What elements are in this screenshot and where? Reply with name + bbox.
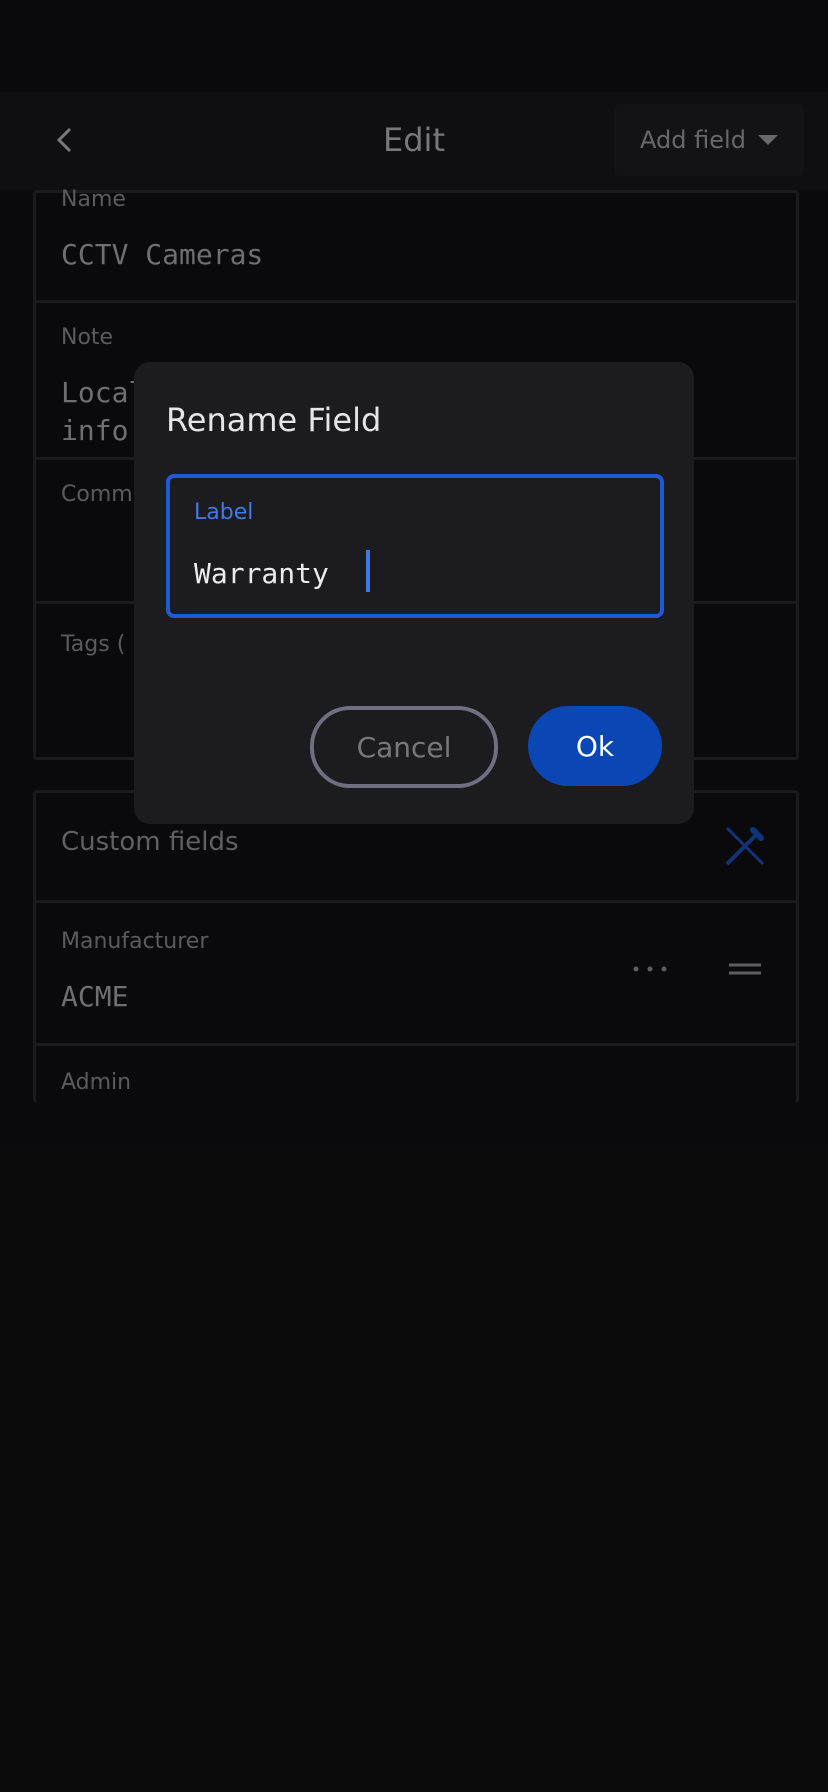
dialog-title: Rename Field	[166, 401, 382, 439]
text-caret	[366, 550, 370, 592]
label-input[interactable]	[194, 552, 634, 594]
rename-field-dialog: Rename Field Label Cancel Ok	[134, 362, 694, 824]
label-text-field[interactable]: Label	[166, 474, 664, 618]
modal-scrim[interactable]	[0, 0, 828, 1792]
cancel-button[interactable]: Cancel	[310, 706, 498, 788]
app-root: Edit Add field Name CCTV Cameras Note Lo…	[0, 0, 828, 1792]
ok-button[interactable]: Ok	[528, 706, 662, 786]
label-field-caption: Label	[194, 500, 254, 525]
